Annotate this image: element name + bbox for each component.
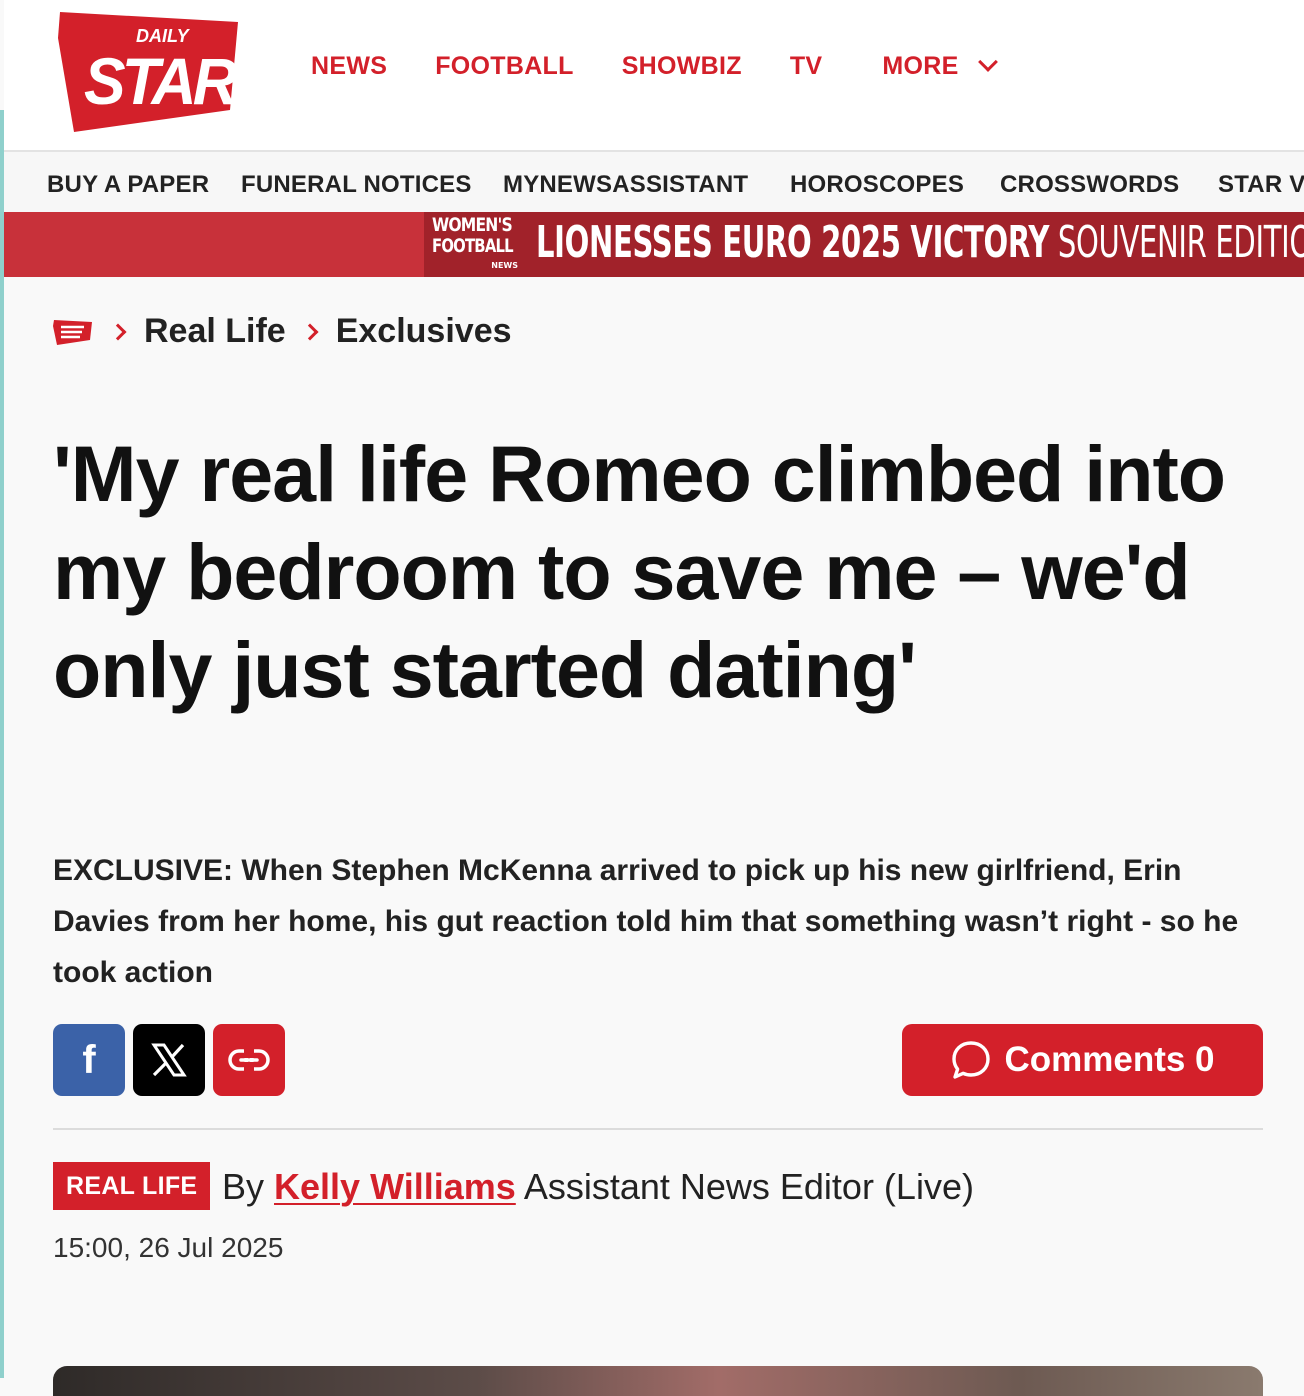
nav-news[interactable]: NEWS <box>311 52 387 81</box>
breadcrumb: Real Life Exclusives <box>52 312 512 351</box>
promo-banner-content: WOMEN'S FOOTBALL NEWS LIONESSES EURO 202… <box>424 212 1304 277</box>
badge-line-2: FOOTBALL <box>432 235 514 257</box>
sub-nav-star-v[interactable]: STAR V <box>1218 171 1304 199</box>
comment-bubble-icon <box>952 1041 991 1079</box>
star-home-icon[interactable] <box>52 318 94 346</box>
link-icon <box>228 1048 270 1072</box>
site-header: DAILY STAR NEWS FOOTBALL SHOWBIZ TV MORE <box>4 0 1304 152</box>
womens-football-news-badge: WOMEN'S FOOTBALL NEWS <box>432 216 522 274</box>
page-left-edge <box>0 110 4 1378</box>
x-share-button[interactable] <box>133 1024 205 1096</box>
article-standfirst: EXCLUSIVE: When Stephen McKenna arrived … <box>53 854 1239 989</box>
author-role: Assistant News Editor (Live) <box>515 1166 974 1207</box>
promo-banner[interactable]: WOMEN'S FOOTBALL NEWS LIONESSES EURO 202… <box>4 212 1304 277</box>
breadcrumb-real-life[interactable]: Real Life <box>144 312 286 351</box>
nav-showbiz[interactable]: SHOWBIZ <box>622 52 742 81</box>
category-tag[interactable]: REAL LIFE <box>53 1162 211 1210</box>
x-icon <box>151 1043 187 1077</box>
main-nav: NEWS FOOTBALL SHOWBIZ TV MORE <box>311 51 1043 81</box>
chevron-right-icon <box>109 323 127 340</box>
promo-title-thin: SOUVENIR EDITIO <box>1049 217 1304 268</box>
nav-more[interactable]: MORE <box>882 51 998 81</box>
sub-nav-crosswords[interactable]: CROSSWORDS <box>1000 171 1179 199</box>
badge-line-1: WOMEN'S <box>432 214 513 236</box>
sub-nav-funeral-notices[interactable]: FUNERAL NOTICES <box>241 171 472 199</box>
sub-nav-mynewsassistant[interactable]: MYNEWSASSISTANT <box>503 171 748 199</box>
badge-line-3: NEWS <box>491 261 518 270</box>
promo-title: LIONESSES EURO 2025 VICTORY SOUVENIR EDI… <box>536 217 1304 268</box>
sub-nav-buy-a-paper[interactable]: BUY A PAPER <box>47 171 209 199</box>
article-byline: By Kelly Williams Assistant News Editor … <box>222 1166 974 1208</box>
daily-star-logo[interactable]: DAILY STAR <box>54 8 242 132</box>
comments-label: Comments 0 <box>1004 1040 1215 1079</box>
logo-daily-text: DAILY <box>136 26 191 46</box>
nav-tv[interactable]: TV <box>790 52 823 81</box>
author-link[interactable]: Kelly Williams <box>274 1166 516 1207</box>
chevron-right-icon <box>301 323 319 340</box>
chevron-down-icon <box>977 51 998 72</box>
hero-image <box>53 1366 1263 1396</box>
promo-title-bold: LIONESSES EURO 2025 VICTORY <box>536 217 1050 268</box>
facebook-share-button[interactable]: f <box>53 1024 125 1096</box>
breadcrumb-exclusives[interactable]: Exclusives <box>336 312 512 351</box>
nav-more-label: MORE <box>882 52 959 80</box>
article-headline: 'My real life Romeo climbed into my bedr… <box>53 429 1226 714</box>
nav-football[interactable]: FOOTBALL <box>435 52 573 81</box>
byline-by: By <box>222 1166 275 1207</box>
publish-timestamp: 15:00, 26 Jul 2025 <box>53 1232 284 1263</box>
secondary-nav: BUY A PAPER FUNERAL NOTICES MYNEWSASSIST… <box>4 152 1304 212</box>
section-divider <box>53 1128 1263 1130</box>
copy-link-button[interactable] <box>213 1024 285 1096</box>
comments-button[interactable]: Comments 0 <box>902 1024 1263 1096</box>
sub-nav-horoscopes[interactable]: HOROSCOPES <box>790 171 964 199</box>
facebook-icon: f <box>82 1038 96 1082</box>
logo-star-text: STAR <box>84 44 238 118</box>
